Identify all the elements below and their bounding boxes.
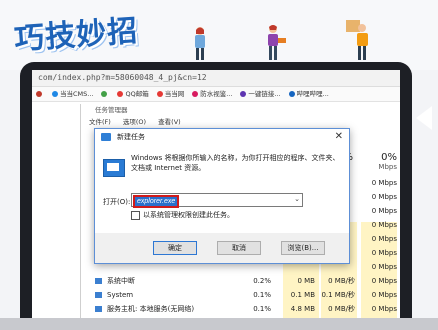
- admin-checkbox-label[interactable]: 以系统管理权限创建此任务。: [143, 210, 234, 220]
- process-cpu: 0.1%: [253, 291, 271, 299]
- dialog-description: Windows 将根据你所输入的名称，为你打开相应的程序、文件夹、文档或 Int…: [131, 154, 340, 172]
- run-program-icon: [103, 159, 125, 177]
- bookmark-item[interactable]: 哔哩哔哩...: [288, 87, 329, 101]
- bookmark-favicon-icon: [192, 91, 199, 97]
- table-row[interactable]: System 0.1% 0.1 MB 0.1 MB/秒 0 Mbps: [81, 288, 400, 302]
- menu-file[interactable]: 文件(F): [89, 118, 111, 126]
- process-name: System: [107, 291, 134, 299]
- process-icon: [95, 306, 102, 312]
- process-cpu: 0.2%: [253, 277, 271, 285]
- bookmark-item[interactable]: 防水视鉴...: [192, 87, 232, 101]
- dialog-titlebar: 新建任务 ✕: [95, 129, 349, 145]
- address-bar[interactable]: com/index.php?m=58060048_4_pj&cn=12: [32, 70, 400, 87]
- dialog-title: 新建任务: [117, 133, 145, 141]
- person-illustration-right: [346, 20, 368, 60]
- process-disk: 0.1 MB/秒: [321, 291, 355, 299]
- task-manager-titlebar: 任务管理器: [81, 104, 400, 116]
- network-value: 0 Mbps: [371, 221, 397, 229]
- table-row[interactable]: 服务主机: 本地服务(无网络) 0.1% 4.8 MB 0 MB/秒 0 Mbps: [81, 302, 400, 316]
- bookmark-item[interactable]: QQ邮箱: [117, 87, 149, 101]
- bookmark-favicon-icon: [240, 91, 247, 97]
- bookmark-label: 防水视鉴...: [200, 90, 233, 98]
- network-value: 0 Mbps: [371, 263, 397, 271]
- bookmark-favicon-icon: [101, 91, 108, 97]
- process-net: 0 Mbps: [371, 305, 397, 313]
- bookmark-item[interactable]: 当当网: [156, 87, 185, 101]
- admin-checkbox[interactable]: [131, 211, 140, 220]
- close-icon[interactable]: ✕: [335, 129, 343, 145]
- process-disk: 0 MB/秒: [328, 277, 355, 285]
- browse-button[interactable]: 浏览(B)...: [281, 241, 325, 255]
- process-icon: [95, 292, 102, 298]
- dialog-body: Windows 将根据你所输入的名称，为你打开相应的程序、文件夹、文档或 Int…: [95, 145, 349, 231]
- bookmark-item[interactable]: 当当CMS...: [52, 87, 93, 101]
- open-label: 打开(O):: [103, 198, 131, 206]
- process-net: 0 Mbps: [371, 277, 397, 285]
- bookmark-item[interactable]: [101, 87, 109, 101]
- cancel-button[interactable]: 取消: [217, 241, 261, 255]
- process-net: 0 Mbps: [371, 291, 397, 299]
- process-name: 服务主机: 本地服务(无网络): [107, 305, 195, 313]
- bookmark-label: 一键链接...: [248, 90, 281, 98]
- task-manager-menubar: 文件(F) 选项(O) 查看(V): [81, 116, 400, 128]
- run-app-icon: [101, 133, 111, 141]
- bookmarks-bar: 当当CMS... QQ邮箱 当当网 防水视鉴... 一键链接... 哔哩哔哩...: [32, 87, 400, 102]
- chevron-down-icon[interactable]: ⌄: [294, 195, 300, 203]
- column-header-network-value: 0%: [381, 152, 397, 163]
- bookmark-favicon-icon: [117, 91, 124, 97]
- network-value: 0 Mbps: [371, 193, 397, 201]
- person-illustration-middle: [268, 25, 286, 60]
- banner: 巧技妙招: [0, 0, 438, 70]
- process-disk: 0 MB/秒: [328, 305, 355, 313]
- column-header-network[interactable]: 0% Mbps: [359, 152, 397, 171]
- bookmark-label: 哔哩哔哩...: [296, 90, 329, 98]
- bookmark-item[interactable]: [36, 87, 44, 101]
- bookmark-label: 当当网: [164, 90, 185, 98]
- person-illustration-left: [195, 27, 205, 60]
- bookmark-favicon-icon: [36, 91, 42, 97]
- run-new-task-dialog: 新建任务 ✕ Windows 将根据你所输入的名称，为你打开相应的程序、文件夹、…: [94, 128, 350, 264]
- laptop-keyboard-edge: [0, 318, 438, 330]
- site-logo: 巧技妙招: [13, 13, 140, 58]
- bookmark-favicon-icon: [156, 91, 163, 97]
- menu-view[interactable]: 查看(V): [158, 118, 181, 126]
- bookmark-label: 当当CMS...: [60, 90, 94, 98]
- bookmark-favicon-icon: [288, 91, 295, 97]
- bookmark-favicon-icon: [52, 91, 58, 97]
- column-header-network-unit: Mbps: [378, 163, 397, 171]
- process-mem: 0.1 MB: [290, 291, 315, 299]
- open-input[interactable]: explorer.exe: [133, 195, 180, 208]
- menu-options[interactable]: 选项(O): [123, 118, 146, 126]
- network-value: 0 Mbps: [371, 235, 397, 243]
- side-arrow-icon[interactable]: [416, 106, 432, 130]
- ok-button[interactable]: 确定: [153, 241, 197, 255]
- process-icon: [95, 278, 102, 284]
- bookmark-item[interactable]: 一键链接...: [240, 87, 281, 101]
- network-value: 0 Mbps: [371, 179, 397, 187]
- task-manager-title: 任务管理器: [95, 106, 128, 114]
- table-row[interactable]: 系统中断 0.2% 0 MB 0 MB/秒 0 Mbps: [81, 274, 400, 288]
- network-value: 0 Mbps: [371, 207, 397, 215]
- process-mem: 4.8 MB: [290, 305, 315, 313]
- network-value: 0 Mbps: [371, 249, 397, 257]
- process-mem: 0 MB: [297, 277, 315, 285]
- process-name: 系统中断: [107, 277, 135, 285]
- process-cpu: 0.1%: [253, 305, 271, 313]
- dialog-footer: 确定 取消 浏览(B)...: [95, 233, 349, 263]
- open-combobox[interactable]: explorer.exe ⌄: [131, 193, 303, 208]
- bookmark-label: QQ邮箱: [125, 90, 149, 98]
